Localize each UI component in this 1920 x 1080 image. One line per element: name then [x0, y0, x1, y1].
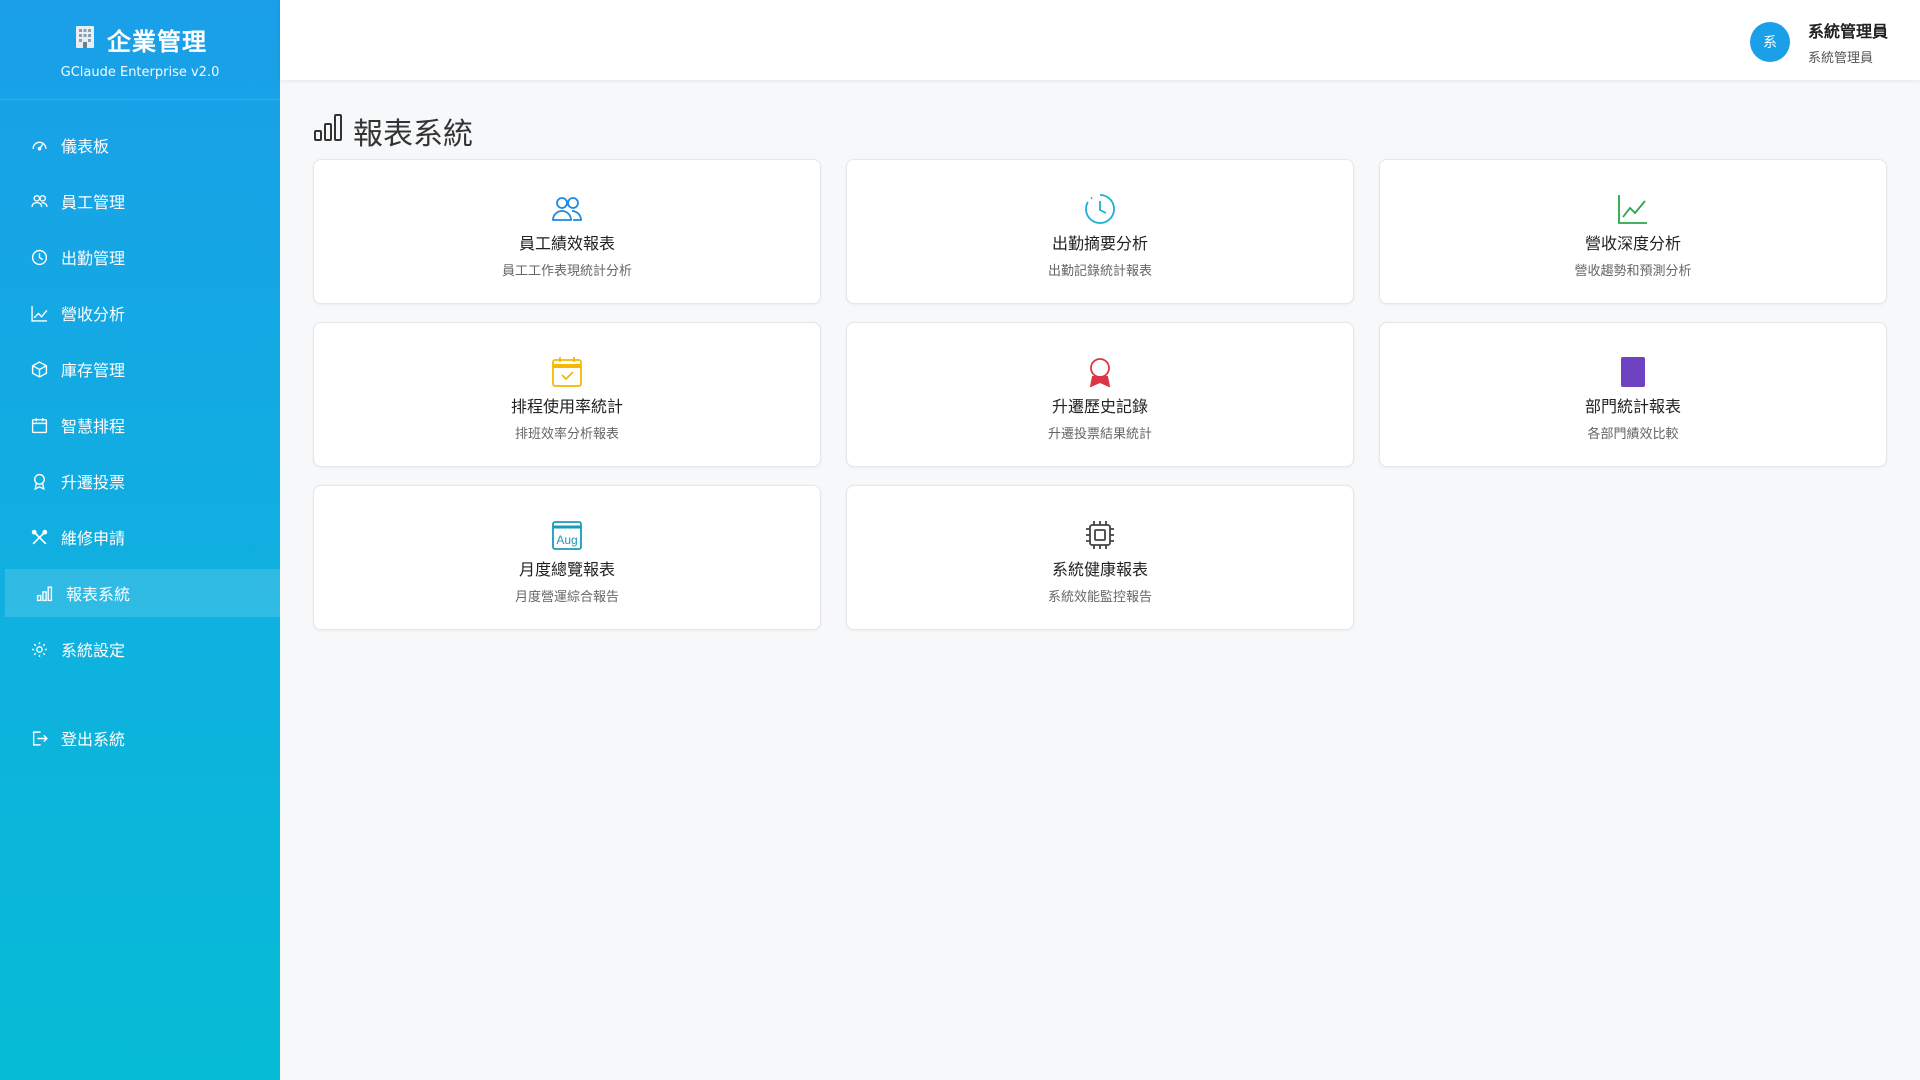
report-card-desc: 營收趨勢和預測分析 — [1574, 264, 1692, 279]
report-card-title: 員工績效報表 — [518, 234, 615, 253]
award-icon — [1083, 355, 1117, 389]
report-card-department-stats[interactable]: 部門統計報表 各部門績效比較 — [1379, 322, 1887, 467]
brand-subtitle: GClaude Enterprise v2.0 — [60, 65, 220, 80]
gear-icon — [31, 641, 48, 658]
user-role: 系統管理員 — [1807, 51, 1873, 66]
clock-icon — [31, 249, 48, 266]
user-name: 系統管理員 — [1807, 22, 1888, 41]
report-card-desc: 排班效率分析報表 — [514, 427, 619, 442]
building-icon — [73, 24, 97, 56]
sidebar-item-revenue[interactable]: 營收分析 — [5, 289, 280, 337]
graph-up-icon — [1616, 192, 1650, 226]
report-card-desc: 升遷投票結果統計 — [1047, 427, 1152, 442]
report-card-desc: 出勤記錄統計報表 — [1047, 264, 1152, 279]
user-menu[interactable]: 系 系統管理員 系統管理員 — [1749, 18, 1888, 66]
sidebar-item-label: 儀表板 — [61, 137, 110, 156]
report-card-title: 系統健康報表 — [1051, 560, 1148, 579]
logout-icon — [31, 730, 48, 747]
sidebar-item-label: 員工管理 — [61, 193, 126, 212]
report-card-revenue-analysis[interactable]: 營收深度分析 營收趨勢和預測分析 — [1379, 159, 1887, 304]
sidebar: 企業管理 GClaude Enterprise v2.0 儀表板 員工管理 出勤… — [0, 0, 280, 1080]
report-card-monthly-overview[interactable]: Aug 月度總覽報表 月度營運綜合報告 — [313, 485, 821, 630]
sidebar-item-dashboard[interactable]: 儀表板 — [5, 121, 280, 169]
top-header: 系 系統管理員 系統管理員 — [280, 0, 1920, 80]
logout-label: 登出系統 — [61, 730, 126, 749]
calendar-month-text: Aug — [556, 533, 577, 547]
sidebar-item-promotion[interactable]: 升遷投票 — [5, 457, 280, 505]
sidebar-item-label: 報表系統 — [66, 585, 131, 604]
page-title: 報表系統 — [353, 117, 473, 152]
sidebar-item-maintenance[interactable]: 維修申請 — [5, 513, 280, 561]
clock-icon — [1083, 192, 1117, 226]
avatar[interactable]: 系 — [1749, 22, 1790, 62]
sidebar-item-scheduling[interactable]: 智慧排程 — [5, 401, 280, 449]
sidebar-item-label: 智慧排程 — [61, 417, 126, 436]
sidebar-item-attendance[interactable]: 出勤管理 — [5, 233, 280, 281]
tools-icon — [31, 529, 48, 546]
cpu-icon — [1083, 518, 1117, 552]
sidebar-item-settings[interactable]: 系統設定 — [5, 625, 280, 673]
bar-chart-icon — [36, 585, 53, 602]
sidebar-nav: 儀表板 員工管理 出勤管理 營收分析 庫存管理 智慧排程 升遷投票 維修申請 報… — [0, 121, 280, 762]
sidebar-item-label: 出勤管理 — [61, 249, 126, 268]
sidebar-item-label: 系統設定 — [61, 641, 126, 660]
report-grid: 員工績效報表 員工工作表現統計分析 出勤摘要分析 出勤記錄統計報表 營收深度分析… — [313, 159, 1887, 630]
book-icon — [1616, 355, 1650, 389]
report-card-system-health[interactable]: 系統健康報表 系統效能監控報告 — [846, 485, 1354, 630]
sidebar-item-label: 營收分析 — [61, 305, 126, 324]
report-card-desc: 系統效能監控報告 — [1047, 590, 1152, 605]
calendar-check-icon — [550, 355, 584, 389]
sidebar-item-label: 庫存管理 — [61, 361, 126, 380]
logout-button[interactable]: 登出系統 — [5, 714, 280, 762]
award-icon — [31, 473, 48, 490]
report-card-promotion-history[interactable]: 升遷歷史記錄 升遷投票結果統計 — [846, 322, 1354, 467]
report-card-attendance-summary[interactable]: 出勤摘要分析 出勤記錄統計報表 — [846, 159, 1354, 304]
sidebar-item-inventory[interactable]: 庫存管理 — [5, 345, 280, 393]
report-card-employee-performance[interactable]: 員工績效報表 員工工作表現統計分析 — [313, 159, 821, 304]
report-card-title: 升遷歷史記錄 — [1051, 397, 1148, 416]
box-icon — [31, 360, 48, 378]
report-card-desc: 各部門績效比較 — [1587, 427, 1679, 442]
report-card-title: 月度總覽報表 — [518, 560, 615, 579]
report-card-title: 出勤摘要分析 — [1051, 234, 1148, 253]
brand-title-row: 企業管理 — [0, 22, 280, 57]
people-icon — [550, 192, 584, 226]
calendar-month-icon: Aug — [550, 518, 584, 552]
sidebar-item-reports[interactable]: 報表系統 — [5, 569, 280, 617]
sidebar-item-employees[interactable]: 員工管理 — [5, 177, 280, 225]
user-info: 系統管理員 系統管理員 — [1808, 18, 1888, 66]
speedometer-icon — [31, 137, 48, 154]
people-icon — [31, 193, 48, 210]
report-card-desc: 月度營運綜合報告 — [514, 590, 619, 605]
sidebar-item-label: 維修申請 — [61, 529, 126, 548]
report-card-desc: 員工工作表現統計分析 — [501, 264, 632, 279]
report-card-title: 營收深度分析 — [1584, 234, 1681, 253]
main-content: 報表系統 員工績效報表 員工工作表現統計分析 出勤摘要分析 出勤記錄統計報表 營… — [313, 110, 1887, 630]
sidebar-item-label: 升遷投票 — [61, 473, 126, 492]
page-title-row: 報表系統 — [313, 110, 1887, 152]
report-card-title: 部門統計報表 — [1584, 397, 1681, 416]
report-card-title: 排程使用率統計 — [510, 397, 623, 416]
graph-up-icon — [31, 305, 48, 322]
brand: 企業管理 GClaude Enterprise v2.0 — [0, 0, 280, 100]
bar-chart-icon — [313, 112, 343, 150]
report-card-schedule-utilization[interactable]: 排程使用率統計 排班效率分析報表 — [313, 322, 821, 467]
brand-title: 企業管理 — [107, 28, 207, 56]
calendar-icon — [31, 417, 48, 434]
